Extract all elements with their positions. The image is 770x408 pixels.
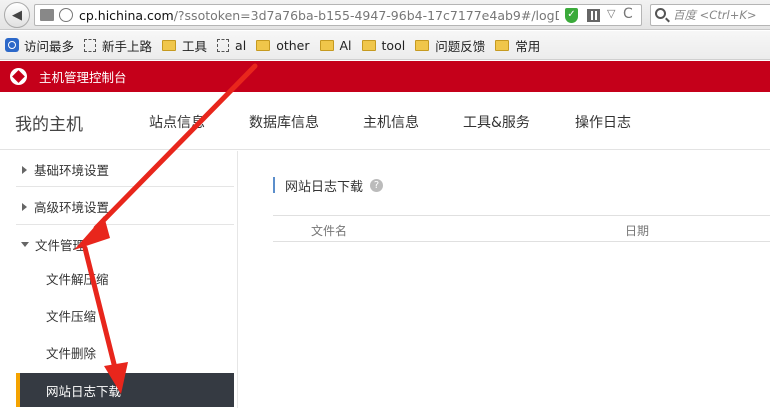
tab-database-info[interactable]: 数据库信息 xyxy=(249,112,319,132)
main-content: 网站日志下载 ? 文件名 日期 xyxy=(239,151,770,408)
reload-icon[interactable]: C xyxy=(623,6,633,22)
tab-host-info[interactable]: 主机信息 xyxy=(363,112,419,132)
page-title: 我的主机 xyxy=(15,115,83,135)
sidebar-item-log-download[interactable]: 网站日志下载 xyxy=(16,373,234,407)
dropdown-icon[interactable]: ▽ xyxy=(607,7,615,20)
folder-icon xyxy=(361,39,376,51)
sidebar-group-basic-env[interactable]: 基础环境设置 xyxy=(16,151,234,188)
sidebar-item-decompress[interactable]: 文件解压缩 xyxy=(16,261,234,295)
shield-icon[interactable]: ✓ xyxy=(565,8,578,23)
bookmark-feedback[interactable]: 问题反馈 xyxy=(415,36,485,55)
back-arrow-icon: ◀ xyxy=(12,7,22,23)
folder-icon xyxy=(319,39,334,51)
app-header: 主机管理控制台 xyxy=(0,61,770,92)
bookmarks-bar: 访问最多 新手上路 工具 al other Al tool 问题反馈 常用 xyxy=(0,31,770,60)
bookmark-other[interactable]: other xyxy=(256,38,310,53)
caret-down-icon xyxy=(21,242,29,247)
globe-icon xyxy=(59,8,73,22)
bookmark-most-visited[interactable]: 访问最多 xyxy=(5,36,74,55)
tab-operation-log[interactable]: 操作日志 xyxy=(575,112,631,132)
url-path: /?ssotoken=3d7a76ba-b155-4947-96b4-17c71… xyxy=(173,8,559,23)
column-date: 日期 xyxy=(625,224,650,238)
bookmark-getting-started[interactable]: 新手上路 xyxy=(84,36,152,55)
bookmark-tools[interactable]: 工具 xyxy=(162,36,207,55)
divider xyxy=(16,186,234,187)
url-text[interactable]: cp.hichina.com/?ssotoken=3d7a76ba-b155-4… xyxy=(79,8,559,23)
bookmark-tool[interactable]: tool xyxy=(361,38,405,53)
most-visited-icon xyxy=(5,38,19,52)
qr-code-icon[interactable] xyxy=(587,9,600,22)
section-title: 网站日志下载 ? xyxy=(273,177,384,195)
back-button[interactable]: ◀ xyxy=(4,2,30,28)
app-title[interactable]: 主机管理控制台 xyxy=(39,67,127,86)
search-input[interactable] xyxy=(673,7,769,23)
folder-icon xyxy=(415,39,430,51)
page-icon xyxy=(84,38,97,52)
sidebar-item-delete[interactable]: 文件删除 xyxy=(16,335,234,369)
browser-toolbar: ◀ cp.hichina.com/?ssotoken=3d7a76ba-b155… xyxy=(0,0,770,30)
caret-right-icon xyxy=(22,165,27,174)
bookmark-al[interactable]: al xyxy=(217,38,246,53)
page-icon xyxy=(40,9,54,21)
search-icon xyxy=(655,8,666,19)
sidebar-group-label: 高级环境设置 xyxy=(34,200,110,215)
top-nav: 我的主机 站点信息 数据库信息 主机信息 工具&服务 操作日志 xyxy=(0,92,770,150)
divider xyxy=(16,224,234,225)
table-header: 文件名 日期 xyxy=(273,215,770,242)
page-icon xyxy=(217,38,230,52)
logo-icon[interactable] xyxy=(10,68,27,85)
folder-icon xyxy=(256,39,271,51)
search-box[interactable] xyxy=(650,4,770,26)
folder-icon xyxy=(495,39,510,51)
tab-site-info[interactable]: 站点信息 xyxy=(149,112,205,132)
address-bar[interactable]: cp.hichina.com/?ssotoken=3d7a76ba-b155-4… xyxy=(34,4,642,26)
bookmark-Al[interactable]: Al xyxy=(319,38,352,53)
help-icon[interactable]: ? xyxy=(370,178,384,192)
sidebar-group-label: 文件管理 xyxy=(35,238,86,253)
bookmark-common[interactable]: 常用 xyxy=(495,36,540,55)
sidebar-group-label: 基础环境设置 xyxy=(34,163,110,178)
tab-tools-services[interactable]: 工具&服务 xyxy=(463,112,530,132)
sidebar: 基础环境设置 高级环境设置 文件管理 文件解压缩 文件压缩 文件删除 网站日志下… xyxy=(0,151,238,408)
folder-icon xyxy=(162,39,177,51)
sidebar-group-advanced-env[interactable]: 高级环境设置 xyxy=(16,188,234,225)
sidebar-item-compress[interactable]: 文件压缩 xyxy=(16,298,234,332)
sidebar-group-file-management[interactable]: 文件管理 xyxy=(16,226,234,263)
url-host: cp.hichina.com xyxy=(79,8,174,23)
caret-right-icon xyxy=(22,202,27,211)
column-filename: 文件名 xyxy=(311,224,348,238)
